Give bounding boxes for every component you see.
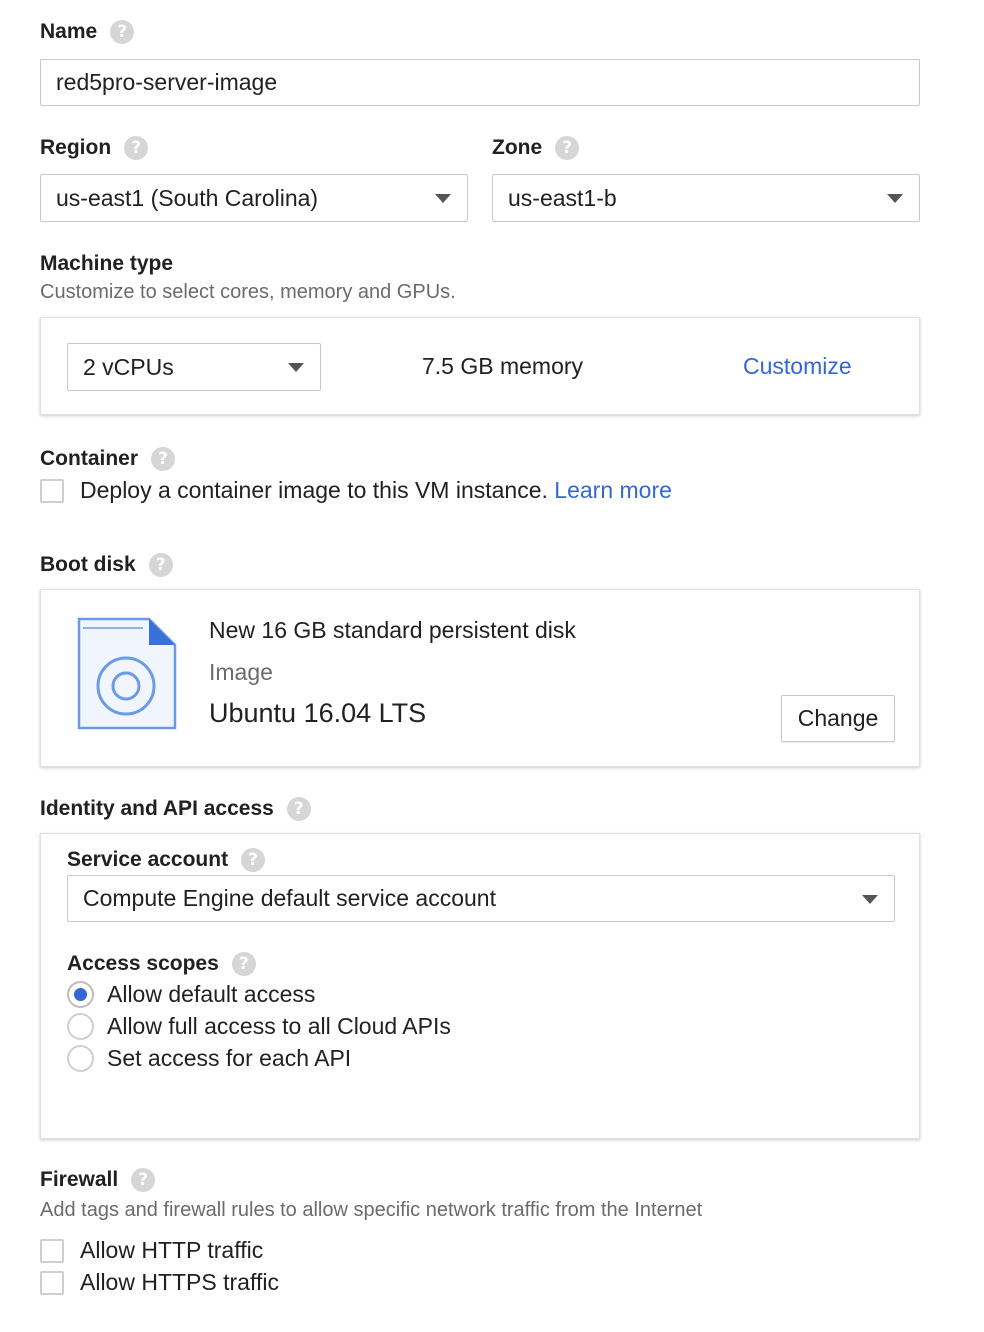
cpu-select[interactable]: 2 vCPUs: [67, 343, 321, 391]
container-label: Container ?: [40, 447, 176, 471]
scope-radio-full[interactable]: [67, 1013, 94, 1040]
identity-card: Service account ? Compute Engine default…: [40, 833, 920, 1139]
container-checkbox[interactable]: [40, 479, 64, 503]
machine-type-label: Machine type: [40, 252, 174, 275]
help-icon[interactable]: ?: [148, 553, 173, 577]
https-label: Allow HTTPS traffic: [80, 1269, 279, 1295]
help-icon[interactable]: ?: [131, 1168, 156, 1192]
disk-icon: [77, 617, 177, 730]
customize-link[interactable]: Customize: [743, 353, 852, 380]
access-scopes-label: Access scopes ?: [67, 952, 256, 976]
scope-radio-each[interactable]: [67, 1045, 94, 1072]
service-account-select[interactable]: Compute Engine default service account: [67, 875, 895, 922]
chevron-down-icon: [887, 194, 903, 203]
container-checkbox-label: Deploy a container image to this VM inst…: [80, 477, 672, 503]
region-select[interactable]: us-east1 (South Carolina): [40, 174, 468, 222]
scope-label: Allow default access: [107, 981, 316, 1007]
chevron-down-icon: [288, 363, 304, 372]
help-icon[interactable]: ?: [124, 136, 149, 160]
region-label: Region ?: [40, 136, 149, 160]
zone-label: Zone ?: [492, 136, 580, 160]
scope-label: Allow full access to all Cloud APIs: [107, 1013, 451, 1039]
service-account-label: Service account ?: [67, 848, 266, 872]
help-icon[interactable]: ?: [286, 797, 311, 821]
memory-value: 7.5 GB memory: [422, 353, 584, 379]
boot-disk-image-value: Ubuntu 16.04 LTS: [209, 698, 427, 728]
name-label: Name ?: [40, 20, 135, 44]
chevron-down-icon: [862, 894, 878, 904]
help-icon[interactable]: ?: [110, 20, 135, 44]
learn-more-link[interactable]: Learn more: [554, 477, 672, 503]
firewall-label: Firewall ?: [40, 1168, 156, 1192]
scope-label: Set access for each API: [107, 1045, 352, 1071]
name-input[interactable]: red5pro-server-image: [40, 59, 920, 106]
machine-type-card: 2 vCPUs 7.5 GB memory Customize: [40, 317, 920, 415]
http-label: Allow HTTP traffic: [80, 1237, 264, 1263]
boot-disk-label: Boot disk ?: [40, 553, 173, 577]
chevron-down-icon: [435, 194, 451, 203]
help-icon[interactable]: ?: [555, 136, 580, 160]
https-checkbox[interactable]: [40, 1271, 64, 1295]
change-button[interactable]: Change: [781, 695, 895, 742]
machine-type-description: Customize to select cores, memory and GP…: [40, 281, 456, 303]
firewall-description: Add tags and firewall rules to allow spe…: [40, 1199, 703, 1221]
zone-select[interactable]: us-east1-b: [492, 174, 920, 222]
boot-disk-card: New 16 GB standard persistent disk Image…: [40, 589, 920, 767]
identity-label: Identity and API access ?: [40, 797, 311, 821]
http-checkbox[interactable]: [40, 1239, 64, 1263]
boot-disk-title: New 16 GB standard persistent disk: [209, 617, 576, 643]
scope-radio-default[interactable]: [67, 981, 94, 1008]
boot-disk-image-label: Image: [209, 659, 273, 685]
help-icon[interactable]: ?: [241, 848, 266, 872]
help-icon[interactable]: ?: [151, 447, 176, 471]
help-icon[interactable]: ?: [231, 952, 256, 976]
